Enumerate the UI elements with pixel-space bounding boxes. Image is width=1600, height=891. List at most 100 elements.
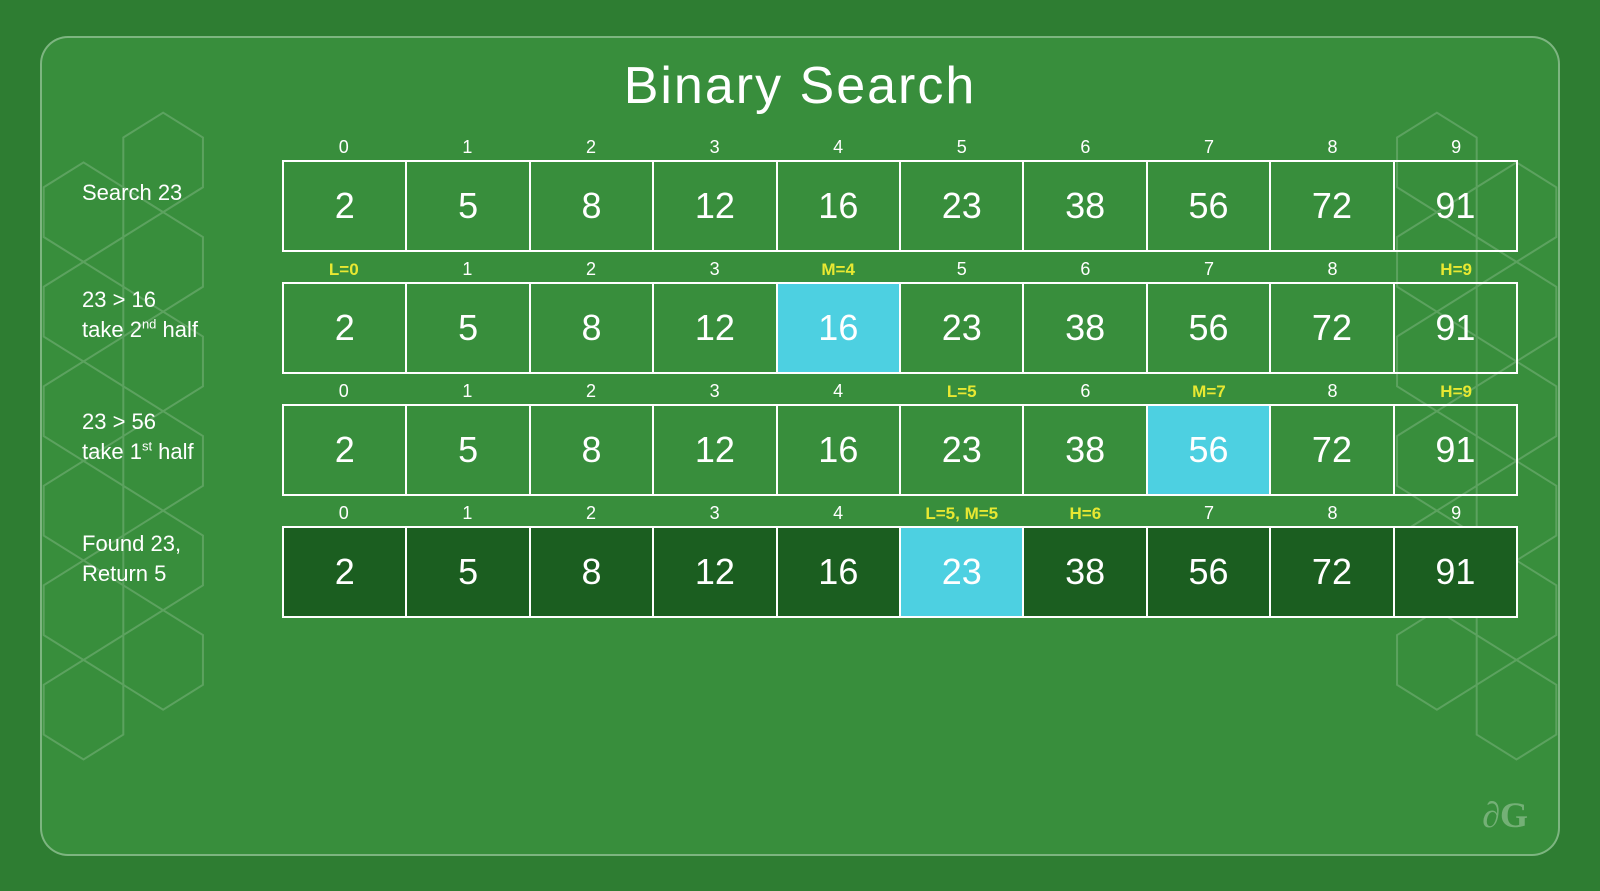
index-cell-2-9: H=9 (1394, 378, 1518, 402)
index-row-3: 01234L=5, M=5H=6789 (282, 500, 1518, 524)
index-row-0: 0123456789 (282, 134, 1518, 158)
index-cell-0-1: 1 (406, 134, 530, 158)
index-cell-1-3: 3 (653, 256, 777, 280)
value-cell-1-0: 2 (284, 284, 407, 372)
value-cell-0-0: 2 (284, 162, 407, 250)
index-cell-0-4: 4 (776, 134, 900, 158)
value-cell-0-7: 56 (1148, 162, 1271, 250)
value-cell-0-2: 8 (531, 162, 654, 250)
index-cell-3-0: 0 (282, 500, 406, 524)
value-cell-0-6: 38 (1024, 162, 1147, 250)
index-cell-0-6: 6 (1024, 134, 1148, 158)
value-cell-0-8: 72 (1271, 162, 1394, 250)
value-cell-2-0: 2 (284, 406, 407, 494)
index-cell-3-2: 2 (529, 500, 653, 524)
index-cell-1-6: 6 (1024, 256, 1148, 280)
index-cell-1-4: M=4 (776, 256, 900, 280)
value-cell-2-6: 38 (1024, 406, 1147, 494)
index-cell-0-0: 0 (282, 134, 406, 158)
array-wrapper-2: 01234L=56M=78H=925812162338567291 (282, 378, 1518, 496)
index-cell-0-9: 9 (1394, 134, 1518, 158)
index-cell-3-5: L=5, M=5 (900, 500, 1024, 524)
index-row-1: L=0123M=45678H=9 (282, 256, 1518, 280)
row-block-1: 23 > 16take 2nd halfL=0123M=45678H=92581… (82, 256, 1518, 374)
logo: ∂G (1482, 794, 1528, 836)
value-cell-0-9: 91 (1395, 162, 1516, 250)
index-cell-2-7: M=7 (1147, 378, 1271, 402)
index-cell-0-5: 5 (900, 134, 1024, 158)
page-title: Binary Search (624, 56, 977, 116)
value-cell-2-7: 56 (1148, 406, 1271, 494)
index-cell-2-1: 1 (406, 378, 530, 402)
content-area: Search 2301234567892581216233856729123 >… (82, 134, 1518, 622)
array-wrapper-0: 012345678925812162338567291 (282, 134, 1518, 252)
value-cell-2-9: 91 (1395, 406, 1516, 494)
value-cell-3-7: 56 (1148, 528, 1271, 616)
value-cell-1-8: 72 (1271, 284, 1394, 372)
value-cell-3-0: 2 (284, 528, 407, 616)
value-cell-3-3: 12 (654, 528, 777, 616)
value-cell-2-2: 8 (531, 406, 654, 494)
cells-row-0: 25812162338567291 (282, 160, 1518, 252)
value-cell-2-8: 72 (1271, 406, 1394, 494)
array-wrapper-3: 01234L=5, M=5H=678925812162338567291 (282, 500, 1518, 618)
index-cell-2-5: L=5 (900, 378, 1024, 402)
value-cell-1-5: 23 (901, 284, 1024, 372)
value-cell-0-4: 16 (778, 162, 901, 250)
value-cell-2-5: 23 (901, 406, 1024, 494)
value-cell-0-5: 23 (901, 162, 1024, 250)
index-cell-2-0: 0 (282, 378, 406, 402)
value-cell-2-4: 16 (778, 406, 901, 494)
index-cell-1-0: L=0 (282, 256, 406, 280)
index-cell-1-8: 8 (1271, 256, 1395, 280)
value-cell-1-3: 12 (654, 284, 777, 372)
index-cell-0-7: 7 (1147, 134, 1271, 158)
row-label-3: Found 23,Return 5 (82, 529, 282, 588)
value-cell-1-4: 16 (778, 284, 901, 372)
value-cell-1-1: 5 (407, 284, 530, 372)
cells-row-3: 25812162338567291 (282, 526, 1518, 618)
index-cell-3-4: 4 (776, 500, 900, 524)
index-cell-2-4: 4 (776, 378, 900, 402)
value-cell-1-7: 56 (1148, 284, 1271, 372)
index-cell-0-8: 8 (1271, 134, 1395, 158)
value-cell-3-4: 16 (778, 528, 901, 616)
row-label-0: Search 23 (82, 178, 282, 208)
index-cell-2-8: 8 (1271, 378, 1395, 402)
index-cell-1-2: 2 (529, 256, 653, 280)
index-cell-2-6: 6 (1024, 378, 1148, 402)
index-cell-3-1: 1 (406, 500, 530, 524)
index-cell-3-6: H=6 (1024, 500, 1148, 524)
value-cell-3-5: 23 (901, 528, 1024, 616)
value-cell-2-1: 5 (407, 406, 530, 494)
index-cell-3-9: 9 (1394, 500, 1518, 524)
index-row-2: 01234L=56M=78H=9 (282, 378, 1518, 402)
array-wrapper-1: L=0123M=45678H=925812162338567291 (282, 256, 1518, 374)
index-cell-1-1: 1 (406, 256, 530, 280)
row-block-0: Search 23012345678925812162338567291 (82, 134, 1518, 252)
index-cell-0-2: 2 (529, 134, 653, 158)
value-cell-0-3: 12 (654, 162, 777, 250)
index-cell-0-3: 3 (653, 134, 777, 158)
value-cell-3-8: 72 (1271, 528, 1394, 616)
value-cell-2-3: 12 (654, 406, 777, 494)
index-cell-1-9: H=9 (1394, 256, 1518, 280)
value-cell-1-2: 8 (531, 284, 654, 372)
index-cell-2-3: 3 (653, 378, 777, 402)
value-cell-3-2: 8 (531, 528, 654, 616)
value-cell-3-1: 5 (407, 528, 530, 616)
index-cell-3-3: 3 (653, 500, 777, 524)
row-block-3: Found 23,Return 501234L=5, M=5H=67892581… (82, 500, 1518, 618)
value-cell-3-9: 91 (1395, 528, 1516, 616)
cells-row-1: 25812162338567291 (282, 282, 1518, 374)
index-cell-1-7: 7 (1147, 256, 1271, 280)
index-cell-2-2: 2 (529, 378, 653, 402)
index-cell-3-7: 7 (1147, 500, 1271, 524)
main-card: Binary Search Search 2301234567892581216… (40, 36, 1560, 856)
value-cell-1-9: 91 (1395, 284, 1516, 372)
row-label-1: 23 > 16take 2nd half (82, 285, 282, 344)
row-block-2: 23 > 56take 1st half01234L=56M=78H=92581… (82, 378, 1518, 496)
cells-row-2: 25812162338567291 (282, 404, 1518, 496)
index-cell-1-5: 5 (900, 256, 1024, 280)
value-cell-1-6: 38 (1024, 284, 1147, 372)
